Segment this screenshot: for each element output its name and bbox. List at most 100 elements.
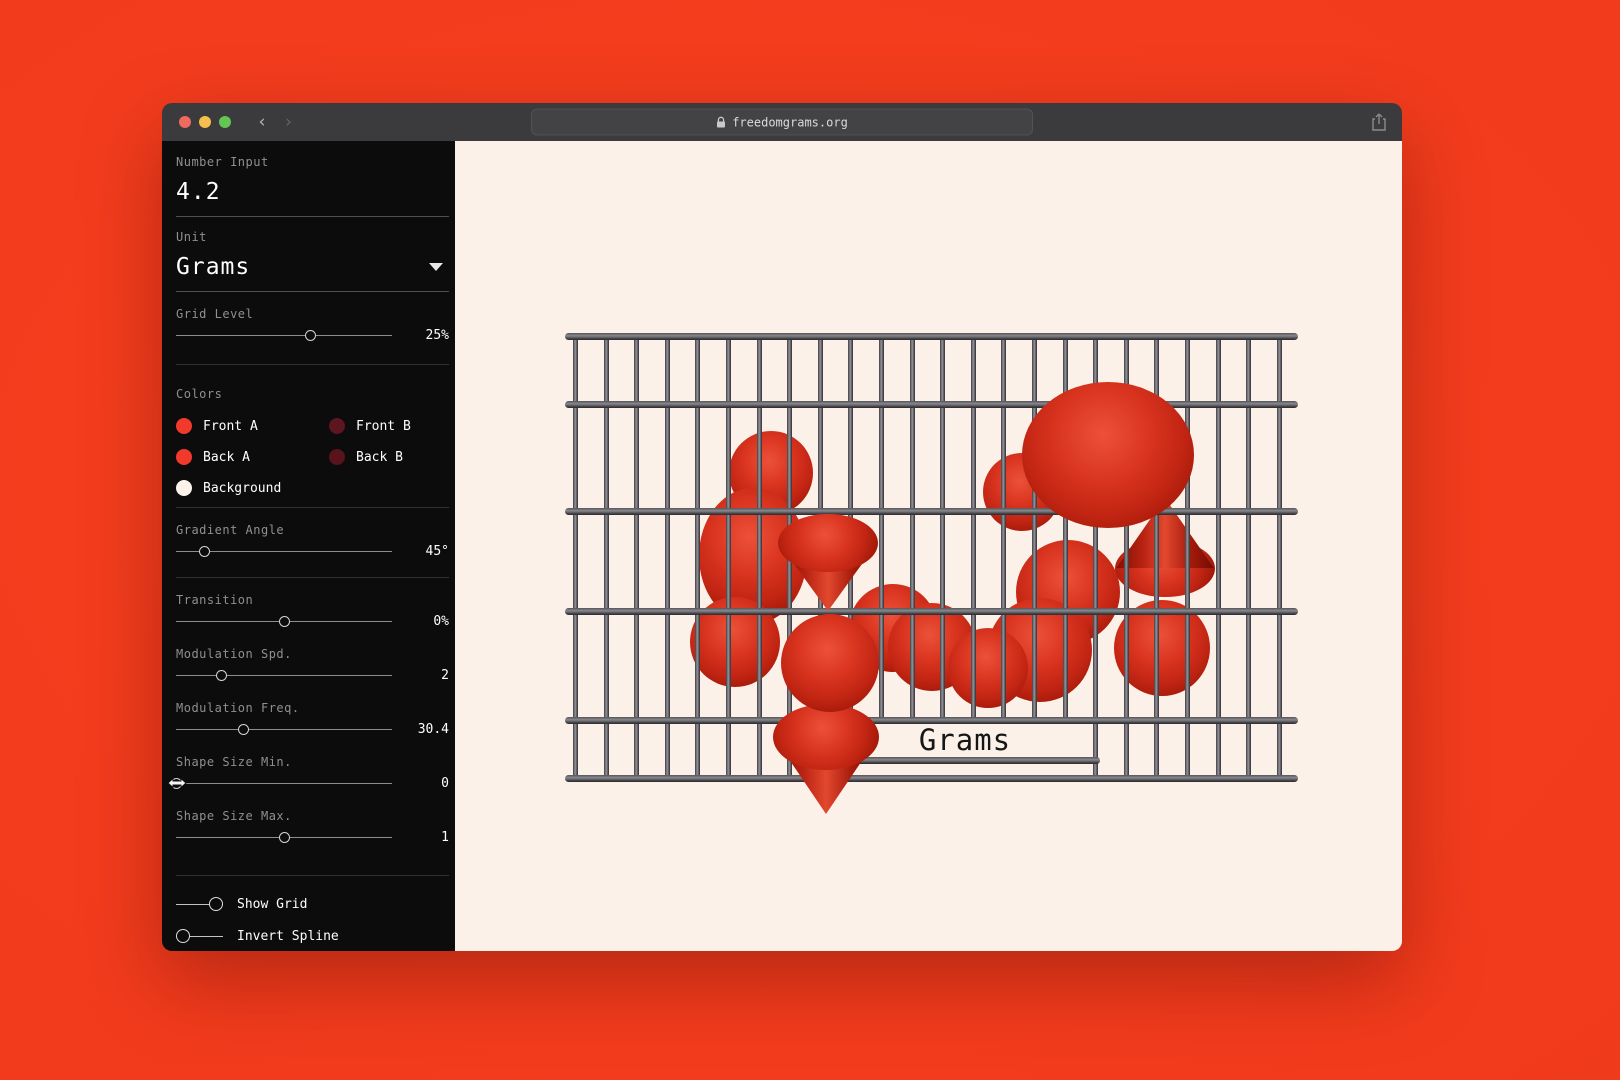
number-input-field[interactable]: 4.2 [176, 179, 449, 205]
address-bar[interactable]: freedomgrams.org [531, 109, 1033, 136]
color-swatch-label: Front A [203, 419, 258, 434]
red-sphere [781, 614, 879, 712]
slider-label: Modulation Spd. [176, 646, 449, 662]
slider-track[interactable] [176, 783, 392, 784]
red-sphere [948, 628, 1028, 708]
slider-thumb[interactable] [216, 670, 227, 681]
unit-value: Grams [176, 254, 250, 280]
browser-window: ‹ › freedomgrams.org Number Input 4.2 Un… [162, 103, 1402, 951]
traffic-lights [179, 116, 231, 128]
slider-value: 0 [405, 776, 449, 791]
slider-thumb[interactable] [305, 330, 316, 341]
color-option-back-b[interactable]: Back B [329, 449, 449, 465]
lock-icon [716, 116, 726, 128]
toggle-label: Show Grid [237, 897, 307, 912]
slider-track[interactable] [176, 675, 392, 676]
slider-group: Modulation Freq. 30.4 [176, 700, 449, 740]
color-option-front-b[interactable]: Front B [329, 418, 449, 434]
sphere-surface [781, 614, 879, 712]
unit-label: Unit [176, 229, 449, 245]
slider-value: 2 [405, 668, 449, 683]
slider-label: Gradient Angle [176, 522, 449, 538]
slider-group: Shape Size Max. 1 [176, 808, 449, 848]
slider-value: 30.4 [405, 722, 449, 737]
toggle-label: Invert Spline [237, 929, 339, 944]
red-cone-down [773, 704, 879, 814]
slider-group: Shape Size Min. 0 [176, 754, 449, 794]
color-swatch[interactable] [176, 449, 192, 465]
toggle-thumb[interactable] [176, 929, 190, 943]
toggle-row: Show Grid [176, 888, 449, 920]
browser-titlebar: ‹ › freedomgrams.org [162, 103, 1402, 141]
grid-level-slider-slot: Grid Level 25% [176, 306, 449, 346]
sphere-surface [1022, 382, 1194, 528]
toggle-thumb[interactable] [209, 897, 223, 911]
gradient-angle-slider-slot: Gradient Angle 45° [176, 522, 449, 562]
slider-thumb[interactable] [199, 546, 210, 557]
slider-track[interactable] [176, 729, 392, 730]
render-canvas: Grams [455, 141, 1402, 951]
toggles-group: Show GridInvert SplineInvert AnimationMo… [176, 888, 449, 951]
close-window-button[interactable] [179, 116, 191, 128]
chevron-down-icon [429, 263, 443, 271]
color-option-back-a[interactable]: Back A [176, 449, 329, 465]
forward-button[interactable]: › [283, 114, 293, 131]
slider-group: Gradient Angle 45° [176, 522, 449, 562]
slider-label: Modulation Freq. [176, 700, 449, 716]
back-button[interactable]: ‹ [257, 114, 267, 131]
cone-cap [773, 704, 879, 770]
slider-thumb[interactable] [279, 832, 290, 843]
canvas-unit-caption: Grams [919, 723, 1011, 757]
slider-thumb[interactable] [238, 724, 249, 735]
slider-track[interactable] [176, 621, 392, 622]
field-underline [176, 216, 449, 217]
toggle-row: Invert Spline [176, 920, 449, 951]
slider-track[interactable] [176, 837, 392, 838]
color-swatch-label: Background [203, 481, 281, 496]
toggle-show-grid[interactable] [176, 897, 223, 911]
slider-group: Grid Level 25% [176, 306, 449, 346]
toggle-invert-spline[interactable] [176, 929, 223, 943]
color-swatch[interactable] [329, 418, 345, 434]
slider-value: 45° [405, 544, 449, 559]
section-divider [176, 577, 449, 578]
slider-group: Modulation Spd. 2 [176, 646, 449, 686]
color-swatch-label: Front B [356, 419, 411, 434]
controls-sidebar: Number Input 4.2 Unit Grams Grid Level 25… [162, 141, 455, 951]
color-swatch[interactable] [329, 449, 345, 465]
color-option-front-a[interactable]: Front A [176, 418, 329, 434]
slider-group: Transition 0% [176, 592, 449, 632]
slider-value: 0% [405, 614, 449, 629]
transition-sliders-slot: Transition 0% Modulation Spd. 2 Modulation F… [176, 592, 449, 848]
url-text: freedomgrams.org [732, 115, 848, 129]
share-icon[interactable] [1371, 112, 1387, 132]
section-divider [176, 364, 449, 365]
slider-track[interactable] [176, 551, 392, 552]
zoom-window-button[interactable] [219, 116, 231, 128]
grid-rail [565, 775, 1298, 782]
red-sphere [1022, 382, 1194, 528]
color-swatch-label: Back B [356, 450, 403, 465]
color-swatch[interactable] [176, 480, 192, 496]
color-swatch[interactable] [176, 418, 192, 434]
section-divider [176, 875, 449, 876]
cone-cap [778, 514, 878, 572]
slider-value: 1 [405, 830, 449, 845]
section-divider [176, 507, 449, 508]
grid-rail [565, 608, 1298, 615]
slider-label: Shape Size Min. [176, 754, 449, 770]
grid-rail [565, 333, 1298, 340]
sphere-surface [948, 628, 1028, 708]
slider-label: Grid Level [176, 306, 449, 322]
slider-value: 25% [405, 328, 449, 343]
color-option-background[interactable]: Background [176, 480, 329, 496]
number-input-label: Number Input [176, 154, 449, 170]
slider-label: Shape Size Max. [176, 808, 449, 824]
slider-label: Transition [176, 592, 449, 608]
slider-track[interactable] [176, 335, 392, 336]
colors-label: Colors [176, 386, 449, 402]
field-underline [176, 291, 449, 292]
unit-select[interactable]: Grams [176, 254, 449, 280]
slider-thumb[interactable] [279, 616, 290, 627]
minimize-window-button[interactable] [199, 116, 211, 128]
